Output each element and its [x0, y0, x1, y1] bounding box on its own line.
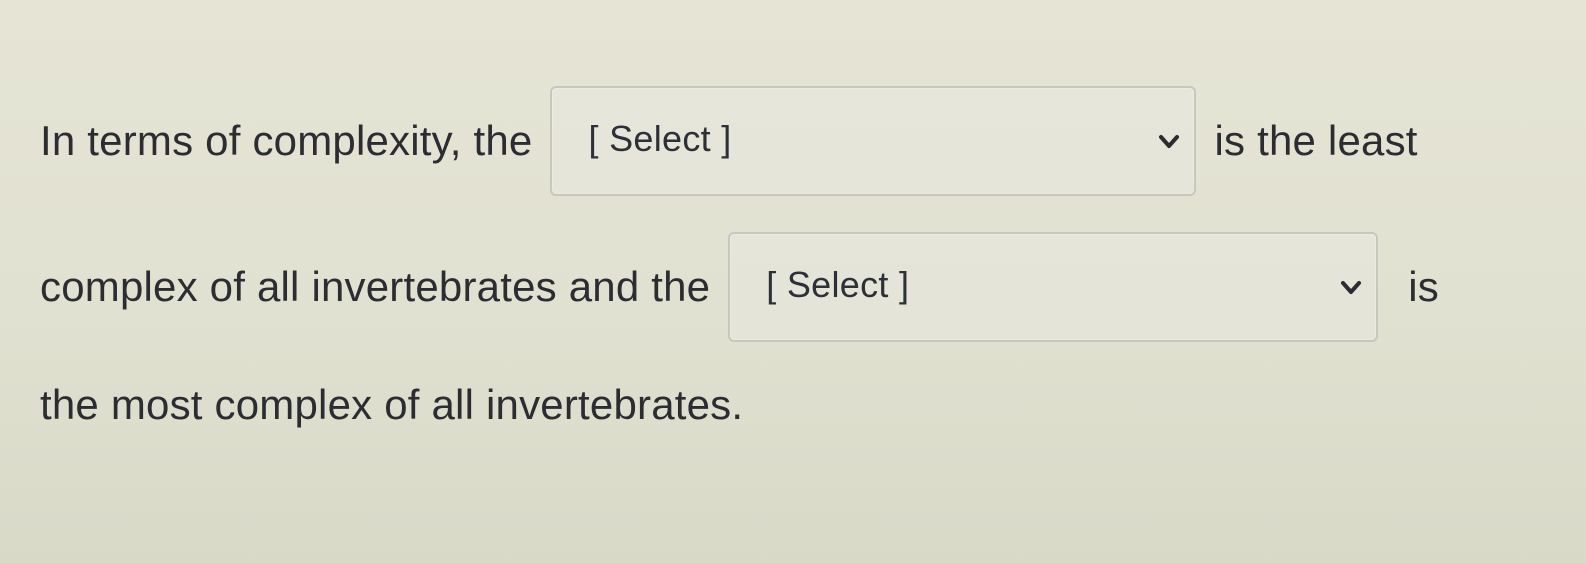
chevron-down-icon [1341, 281, 1362, 294]
question-text-segment: the most complex of all invertebrates. [40, 381, 744, 428]
dropdown-selected-value: [ Select ] [588, 118, 732, 159]
dropdown-selected-value: [ Select ] [766, 264, 910, 305]
fill-in-question: In terms of complexity, the [ Select ] i… [0, 0, 1586, 563]
question-text-segment: is [1408, 263, 1439, 310]
question-line-3: the most complex of all invertebrates. [40, 370, 743, 440]
question-text-segment: is the least [1214, 117, 1418, 164]
question-text-segment: complex of all invertebrates and the [40, 263, 711, 310]
answer-dropdown-1[interactable]: [ Select ] [550, 86, 1197, 196]
question-line-1: In terms of complexity, the [ Select ] i… [40, 86, 1418, 196]
question-line-2: complex of all invertebrates and the [ S… [40, 232, 1439, 342]
answer-dropdown-2[interactable]: [ Select ] [728, 232, 1379, 342]
question-text-segment: In terms of complexity, the [40, 117, 533, 164]
chevron-down-icon [1159, 135, 1180, 148]
